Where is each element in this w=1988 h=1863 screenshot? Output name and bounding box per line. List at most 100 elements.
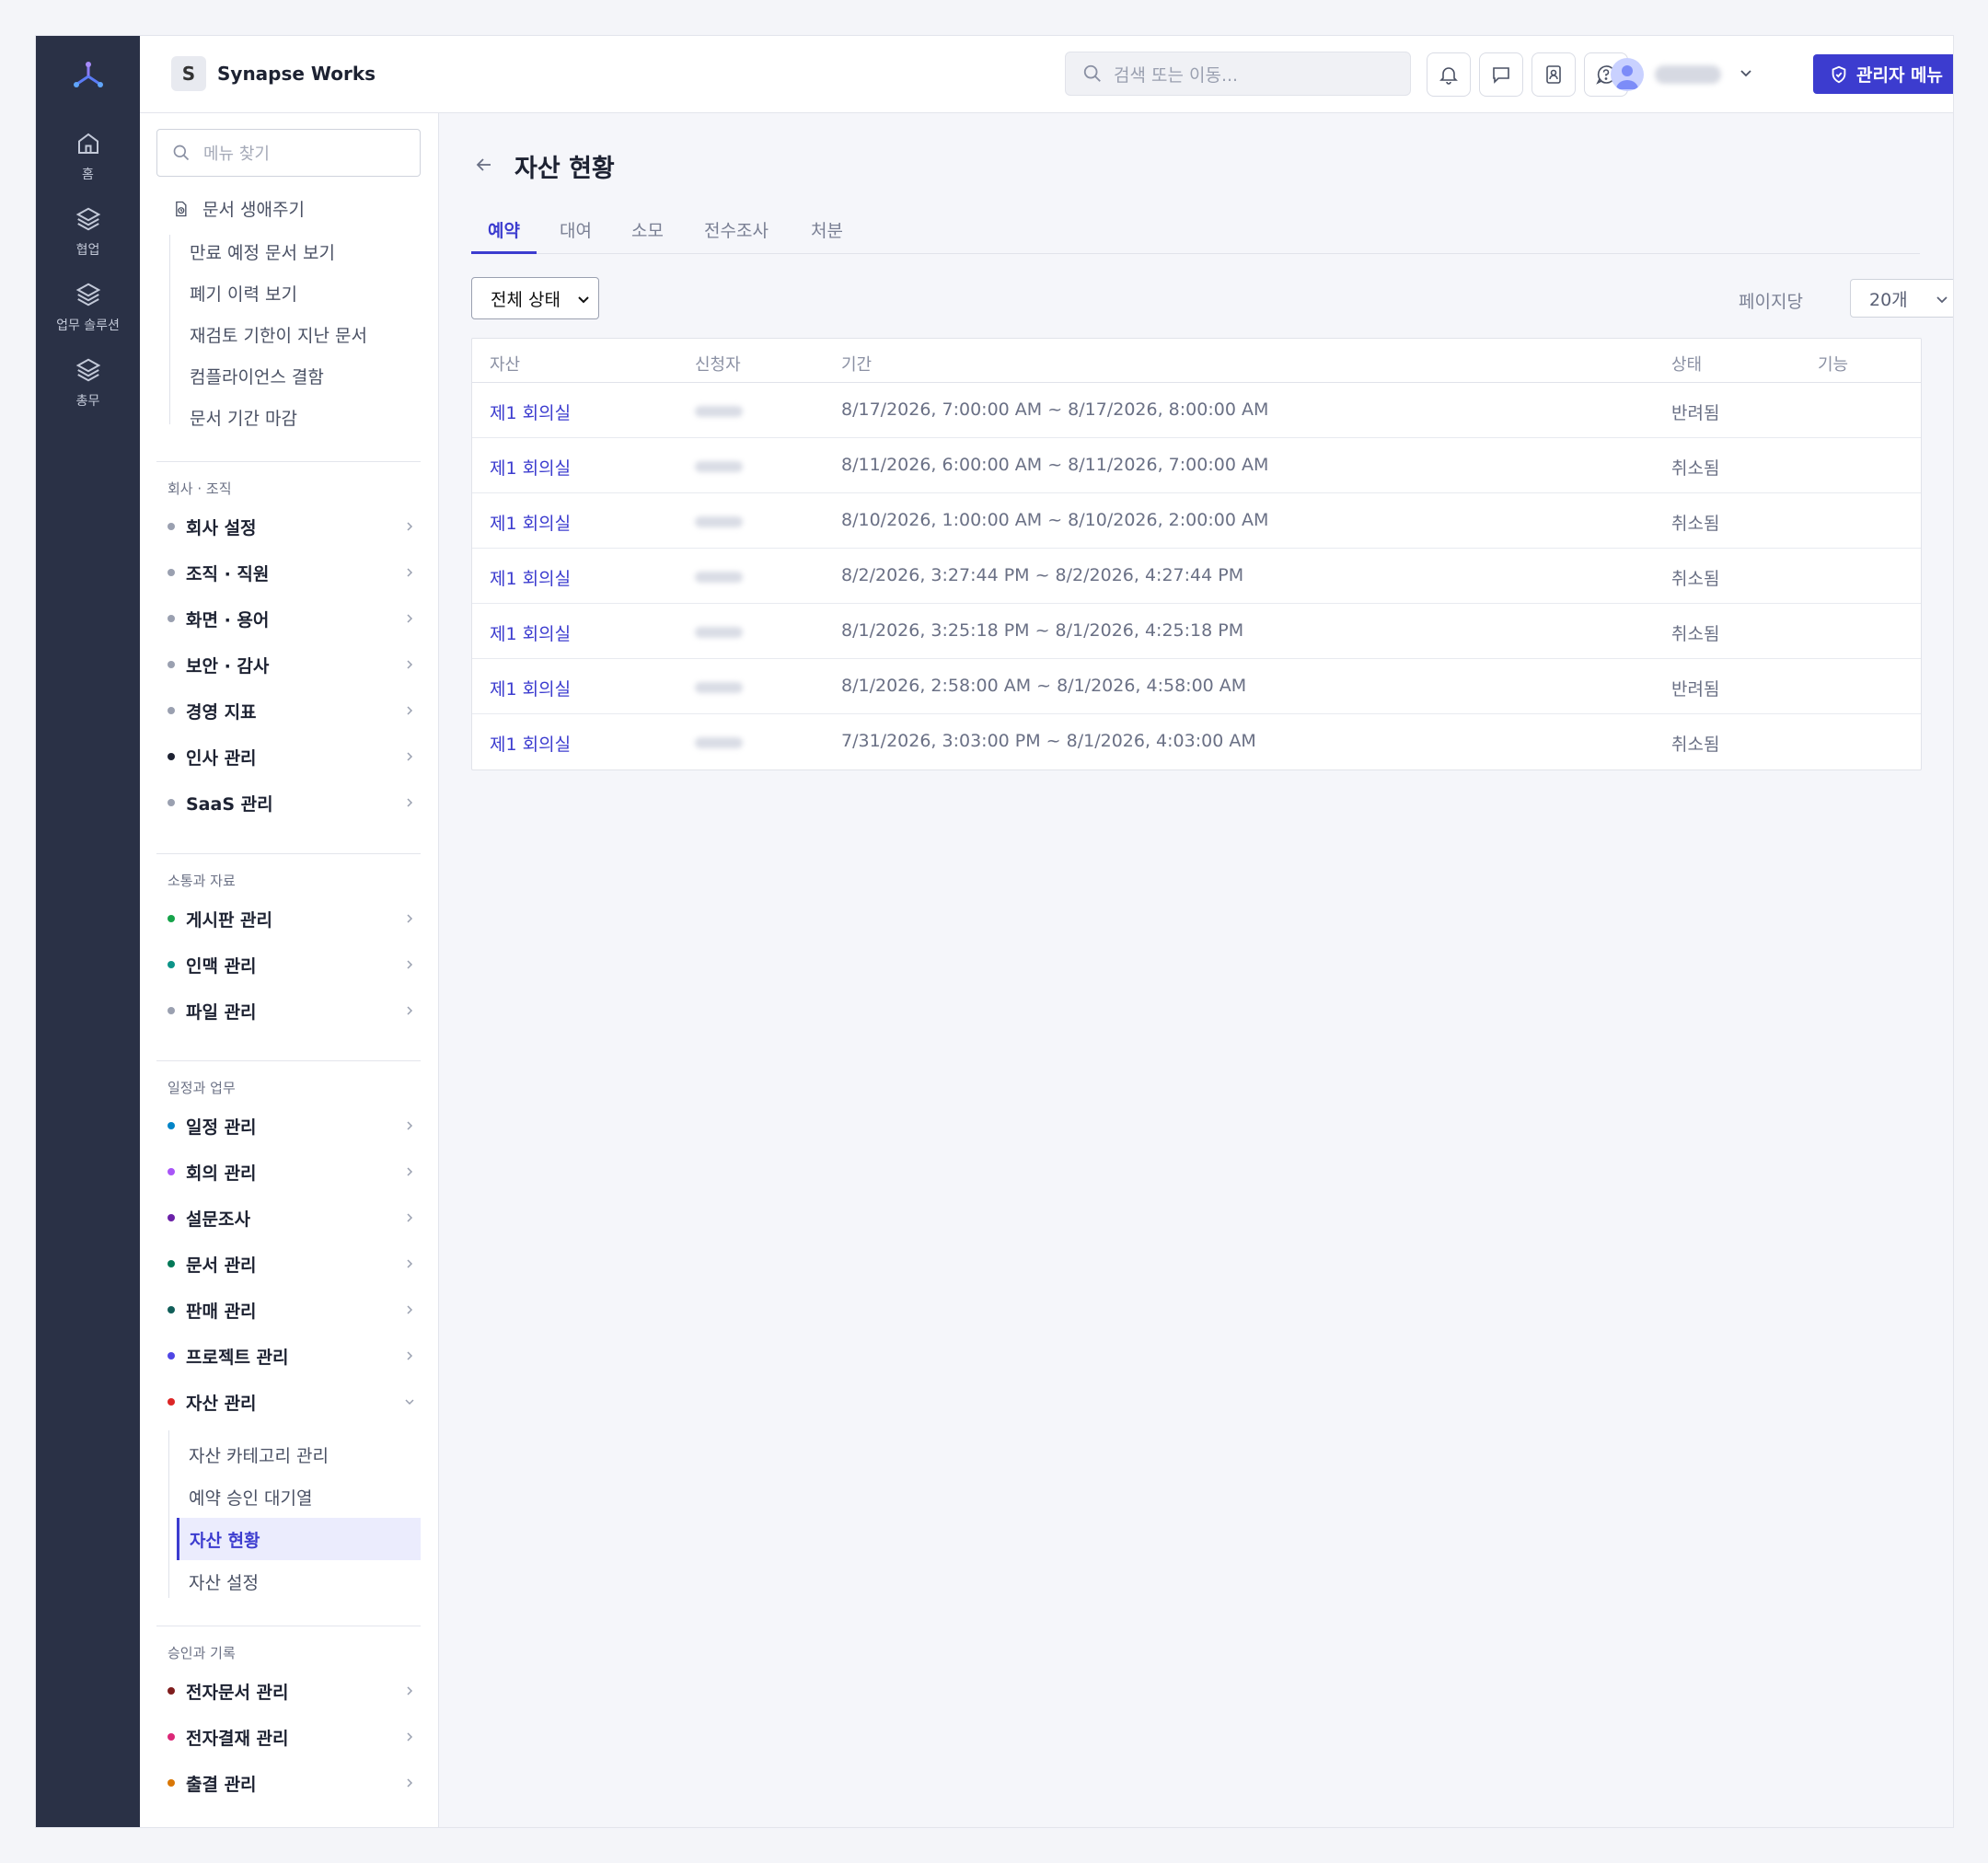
rail-item-general[interactable]: 총무 bbox=[36, 356, 140, 428]
applicant-redacted bbox=[695, 572, 743, 583]
menu-search-input[interactable]: 메뉴 찾기 bbox=[156, 129, 421, 177]
sidebar-subitem-asset-settings[interactable]: 자산 설정 bbox=[189, 1569, 259, 1594]
tab-consumable[interactable]: 소모 bbox=[631, 217, 664, 254]
chevron-right-icon bbox=[407, 660, 413, 669]
document-lifecycle-icon bbox=[176, 201, 187, 216]
chevron-down-icon[interactable] bbox=[1737, 64, 1755, 82]
layers-icon bbox=[75, 358, 100, 382]
sidebar-subitem-compliance-defects[interactable]: 컴플라이언스 결함 bbox=[190, 364, 324, 388]
sidebar-subitem-disposal-history[interactable]: 폐기 이력 보기 bbox=[190, 281, 297, 306]
tab-inventory-check[interactable]: 전수조사 bbox=[704, 217, 769, 254]
sidebar-item-attendance[interactable]: 출결 관리 bbox=[168, 1766, 416, 1799]
chevron-right-icon bbox=[407, 960, 413, 969]
section-label-company: 회사 · 조직 bbox=[168, 480, 232, 497]
sidebar-item-e-approval[interactable]: 전자결재 관리 bbox=[168, 1720, 416, 1753]
sidebar-subitem-asset-status[interactable]: 자산 현황 bbox=[177, 1518, 421, 1560]
workspace-name[interactable]: Synapse Works bbox=[217, 63, 376, 85]
sidebar-subitem-overdue-review[interactable]: 재검토 기한이 지난 문서 bbox=[190, 322, 367, 347]
tab-disposal[interactable]: 처분 bbox=[811, 217, 843, 254]
sidebar-item-org-staff[interactable]: 조직 · 직원 bbox=[168, 556, 416, 589]
sidebar-subitem-expiring-docs[interactable]: 만료 예정 문서 보기 bbox=[190, 239, 335, 264]
sidebar-item-label: 인맥 관리 bbox=[186, 955, 257, 977]
asset-link[interactable]: 제1 회의실 bbox=[490, 676, 571, 700]
chevron-right-icon bbox=[407, 1167, 413, 1176]
rail-item-home[interactable]: 홈 bbox=[36, 130, 140, 202]
status-dot bbox=[168, 1687, 175, 1695]
period-cell: 8/11/2026, 6:00:00 AM ~ 8/11/2026, 7:00:… bbox=[841, 455, 1269, 475]
rail-item-label: 업무 솔루션 bbox=[56, 318, 120, 333]
sidebar-item-projects[interactable]: 프로젝트 관리 bbox=[168, 1339, 416, 1372]
user-icon bbox=[1616, 65, 1638, 89]
asset-link[interactable]: 제1 회의실 bbox=[490, 455, 571, 480]
sidebar-item-document-lifecycle[interactable]: 문서 생애주기 bbox=[171, 196, 305, 221]
asset-link[interactable]: 제1 회의실 bbox=[490, 399, 571, 424]
sidebar-item-sales[interactable]: 판매 관리 bbox=[168, 1293, 416, 1326]
asset-link[interactable]: 제1 회의실 bbox=[490, 510, 571, 535]
asset-link[interactable]: 제1 회의실 bbox=[490, 731, 571, 756]
chevron-right-icon bbox=[407, 752, 413, 761]
sidebar-item-files[interactable]: 파일 관리 bbox=[168, 994, 416, 1027]
app-logo-icon[interactable] bbox=[70, 56, 107, 93]
sidebar-item-label: 회사 설정 bbox=[186, 517, 257, 538]
rail-item-label: 협업 bbox=[75, 243, 100, 258]
sidebar-item-security-audit[interactable]: 보안 · 감사 bbox=[168, 648, 416, 681]
table-row: 제1 회의실 8/11/2026, 6:00:00 AM ~ 8/11/2026… bbox=[472, 438, 1921, 493]
asset-reservation-table: 자산 신청자 기간 상태 기능 제1 회의실 8/17/2026, 7:00:0… bbox=[471, 338, 1922, 770]
sidebar-item-assets[interactable]: 자산 관리 bbox=[168, 1385, 416, 1418]
chevron-right-icon bbox=[407, 1213, 413, 1222]
sidebar-subitem-asset-categories[interactable]: 자산 카테고리 관리 bbox=[189, 1442, 329, 1467]
asset-link[interactable]: 제1 회의실 bbox=[490, 620, 571, 645]
sidebar-item-screen-terms[interactable]: 화면 · 용어 bbox=[168, 602, 416, 635]
workspace-badge[interactable]: S bbox=[171, 56, 206, 91]
asset-link[interactable]: 제1 회의실 bbox=[490, 565, 571, 590]
status-dot bbox=[168, 615, 175, 622]
tab-rental[interactable]: 대여 bbox=[560, 217, 592, 254]
sidebar-item-board[interactable]: 게시판 관리 bbox=[168, 902, 416, 935]
back-arrow-icon[interactable] bbox=[473, 154, 495, 176]
sidebar-item-documents[interactable]: 문서 관리 bbox=[168, 1247, 416, 1280]
messages-button[interactable] bbox=[1479, 52, 1523, 97]
submenu-guide-line bbox=[169, 235, 170, 424]
per-page-select[interactable]: 20개 bbox=[1850, 279, 1953, 318]
period-cell: 8/17/2026, 7:00:00 AM ~ 8/17/2026, 8:00:… bbox=[841, 399, 1269, 420]
global-search-input[interactable]: 검색 또는 이동... bbox=[1065, 52, 1411, 96]
rail-item-collab[interactable]: 협업 bbox=[36, 205, 140, 277]
sidebar-item-e-documents[interactable]: 전자문서 관리 bbox=[168, 1674, 416, 1707]
status-filter-select[interactable]: 전체 상태 bbox=[471, 277, 599, 319]
column-header-period: 기간 bbox=[841, 355, 873, 375]
rail-item-label: 총무 bbox=[75, 394, 100, 409]
column-header-applicant: 신청자 bbox=[695, 355, 741, 375]
applicant-redacted bbox=[695, 737, 743, 748]
notifications-button[interactable] bbox=[1427, 52, 1471, 97]
status-dot bbox=[168, 1733, 175, 1741]
sidebar-item-hr[interactable]: 인사 관리 bbox=[168, 740, 416, 773]
column-header-asset: 자산 bbox=[490, 355, 521, 375]
tab-reservation[interactable]: 예약 bbox=[471, 217, 537, 254]
sidebar-item-contacts[interactable]: 인맥 관리 bbox=[168, 948, 416, 981]
user-avatar[interactable] bbox=[1611, 58, 1644, 91]
sidebar-item-schedule[interactable]: 일정 관리 bbox=[168, 1109, 416, 1142]
rail-item-solutions[interactable]: 업무 솔루션 bbox=[36, 281, 140, 353]
status-dot bbox=[168, 1398, 175, 1406]
sidebar-item-saas[interactable]: SaaS 관리 bbox=[168, 786, 416, 819]
admin-menu-button[interactable]: 관리자 메뉴 bbox=[1813, 54, 1953, 94]
sidebar-subitem-document-deadline[interactable]: 문서 기간 마감 bbox=[190, 405, 297, 430]
sidebar-item-company-settings[interactable]: 회사 설정 bbox=[168, 510, 416, 543]
sidebar-item-meetings[interactable]: 회의 관리 bbox=[168, 1155, 416, 1188]
status-dot bbox=[168, 915, 175, 922]
table-header: 자산 신청자 기간 상태 기능 bbox=[472, 339, 1921, 383]
shield-check-icon bbox=[1832, 65, 1846, 83]
sidebar-subitem-reservation-queue[interactable]: 예약 승인 대기열 bbox=[189, 1485, 312, 1510]
status-dot bbox=[168, 1352, 175, 1360]
sidebar: 메뉴 찾기 문서 생애주기 만료 예정 문서 보기 폐기 이력 보기 재검토 기… bbox=[140, 113, 439, 1827]
sidebar-item-management-metrics[interactable]: 경영 지표 bbox=[168, 694, 416, 727]
sidebar-item-surveys[interactable]: 설문조사 bbox=[168, 1201, 416, 1234]
status-dot bbox=[168, 799, 175, 806]
sidebar-item-label: SaaS 관리 bbox=[186, 793, 273, 815]
status-dot bbox=[168, 1122, 175, 1129]
chevron-right-icon bbox=[407, 914, 413, 923]
sidebar-item-label: 화면 · 용어 bbox=[186, 609, 270, 631]
top-bar: S Synapse Works 검색 또는 이동... 관리자 메뉴 bbox=[140, 36, 1953, 113]
chevron-right-icon bbox=[407, 522, 413, 531]
contacts-button[interactable] bbox=[1531, 52, 1576, 97]
